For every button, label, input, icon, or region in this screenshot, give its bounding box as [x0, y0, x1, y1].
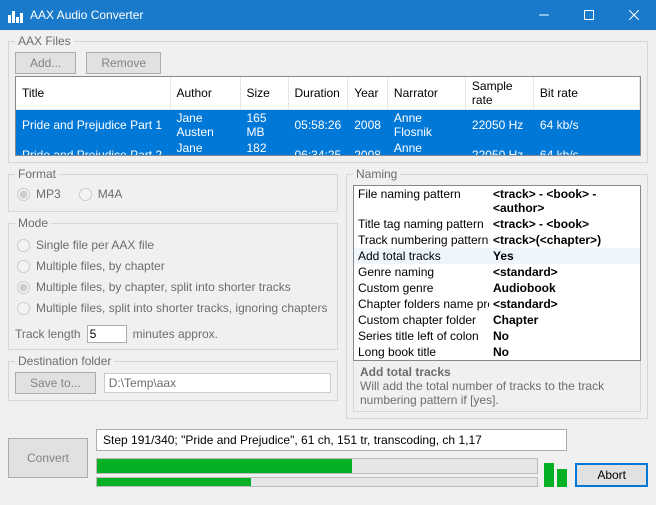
mode-by-chapter-split[interactable]: Multiple files, by chapter, split into s… [17, 280, 329, 294]
window-title: AAX Audio Converter [30, 8, 521, 22]
minimize-button[interactable] [521, 0, 566, 30]
destination-legend: Destination folder [15, 354, 114, 368]
naming-row[interactable]: Long book titleNo [354, 344, 640, 360]
aax-files-legend: AAX Files [15, 34, 74, 48]
remove-button[interactable]: Remove [86, 52, 161, 74]
mode-by-chapter[interactable]: Multiple files, by chapter [17, 259, 329, 273]
add-button[interactable]: Add... [15, 52, 76, 74]
naming-row[interactable]: Series title left of colonNo [354, 328, 640, 344]
table-row[interactable]: Pride and Prejudice Part 2Jane Austen182… [16, 140, 640, 156]
progress-bar-step [96, 477, 538, 487]
level-meters [544, 457, 567, 487]
naming-group: Naming File naming pattern<track> - <boo… [346, 167, 648, 419]
app-icon [8, 7, 24, 23]
naming-help-title: Add total tracks [360, 365, 451, 379]
naming-row[interactable]: File naming pattern<track> - <book> - <a… [354, 186, 640, 216]
col-size[interactable]: Size [240, 77, 288, 110]
format-mp3[interactable]: MP3 [17, 187, 61, 201]
naming-grid[interactable]: File naming pattern<track> - <book> - <a… [353, 185, 641, 361]
naming-row[interactable]: Custom chapter folderChapter [354, 312, 640, 328]
naming-row[interactable]: Track numbering pattern<track>(<chapter>… [354, 232, 640, 248]
title-bar: AAX Audio Converter [0, 0, 656, 30]
maximize-button[interactable] [566, 0, 611, 30]
col-narrator[interactable]: Narrator [387, 77, 465, 110]
abort-button[interactable]: Abort [575, 463, 648, 487]
naming-row[interactable]: Genre naming<standard> [354, 264, 640, 280]
table-header-row: Title Author Size Duration Year Narrator… [16, 77, 640, 110]
mode-split-ignore[interactable]: Multiple files, split into shorter track… [17, 301, 329, 315]
col-bitrate[interactable]: Bit rate [533, 77, 639, 110]
naming-help-box: Add total tracks Will add the total numb… [353, 361, 641, 412]
status-text: Step 191/340; "Pride and Prejudice", 61 … [96, 429, 567, 451]
col-title[interactable]: Title [16, 77, 170, 110]
mode-single[interactable]: Single file per AAX file [17, 238, 329, 252]
col-duration[interactable]: Duration [288, 77, 348, 110]
col-author[interactable]: Author [170, 77, 240, 110]
format-m4a[interactable]: M4A [79, 187, 123, 201]
close-button[interactable] [611, 0, 656, 30]
save-to-button[interactable]: Save to... [15, 372, 96, 394]
destination-group: Destination folder Save to... [8, 354, 338, 401]
minutes-approx-label: minutes approx. [133, 327, 218, 341]
naming-row[interactable]: Chapter folders name prefix<standard> [354, 296, 640, 312]
aax-files-group: AAX Files Add... Remove Title Author Siz… [8, 34, 648, 163]
naming-row[interactable]: Title tag naming pattern<track> - <book> [354, 216, 640, 232]
naming-row[interactable]: Custom genreAudiobook [354, 280, 640, 296]
col-samplerate[interactable]: Sample rate [465, 77, 533, 110]
format-group: Format MP3 M4A [8, 167, 338, 212]
destination-path-input[interactable] [104, 373, 331, 393]
table-row[interactable]: Pride and Prejudice Part 1Jane Austen165… [16, 110, 640, 141]
format-legend: Format [15, 167, 59, 181]
mode-group: Mode Single file per AAX file Multiple f… [8, 216, 338, 350]
naming-help-body: Will add the total number of tracks to t… [360, 379, 604, 407]
convert-button[interactable]: Convert [8, 438, 88, 478]
naming-row[interactable]: Add total tracksYes [354, 248, 640, 264]
col-year[interactable]: Year [348, 77, 388, 110]
files-table[interactable]: Title Author Size Duration Year Narrator… [15, 76, 641, 156]
progress-bar-overall [96, 458, 538, 474]
track-length-label: Track length [15, 327, 81, 341]
naming-legend: Naming [353, 167, 400, 181]
track-length-input[interactable] [87, 325, 127, 343]
mode-legend: Mode [15, 216, 51, 230]
